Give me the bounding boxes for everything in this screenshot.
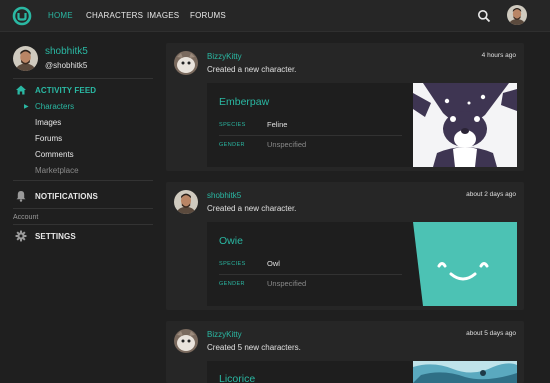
sidebar: shobhitk5 @shobhitk5 ACTIVITY FEED ▶ Cha… xyxy=(0,33,160,383)
feed-card: BizzyKitty Created a new character. 4 ho… xyxy=(166,43,524,171)
settings-link[interactable]: SETTINGS xyxy=(35,232,76,241)
account-section-label: Account xyxy=(13,214,39,221)
sidebar-item-characters[interactable]: Characters xyxy=(35,102,74,111)
gender-value: Unspecified xyxy=(267,140,307,149)
nav-images[interactable]: IMAGES xyxy=(147,11,179,20)
character-card[interactable]: Licorice xyxy=(207,361,517,383)
user-avatar[interactable] xyxy=(507,5,527,25)
card-username[interactable]: BizzyKitty xyxy=(207,330,242,339)
activity-feed-link[interactable]: ACTIVITY FEED xyxy=(35,86,96,95)
card-action-text: Created 5 new characters. xyxy=(207,343,301,352)
character-name[interactable]: Licorice xyxy=(219,373,255,383)
character-name[interactable]: Owie xyxy=(219,235,243,247)
profile-name[interactable]: shobhitk5 xyxy=(45,46,88,57)
profile-handle: @shobhitk5 xyxy=(45,61,88,70)
nav-home[interactable]: HOME xyxy=(48,11,73,20)
card-timestamp: about 2 days ago xyxy=(466,191,516,198)
character-thumbnail[interactable] xyxy=(413,361,517,383)
sidebar-item-marketplace[interactable]: Marketplace xyxy=(35,166,79,175)
nav-forums[interactable]: FORUMS xyxy=(190,11,226,20)
divider xyxy=(13,224,153,225)
character-name[interactable]: Emberpaw xyxy=(219,96,269,108)
notifications-link[interactable]: NOTIFICATIONS xyxy=(35,192,98,201)
gear-icon xyxy=(15,230,27,242)
feed-card: BizzyKitty Created 5 new characters. abo… xyxy=(166,321,524,383)
search-icon[interactable] xyxy=(477,9,491,23)
card-username[interactable]: shobhitk5 xyxy=(207,191,241,200)
bell-icon xyxy=(16,191,26,202)
top-navbar: HOME CHARACTERS IMAGES FORUMS xyxy=(0,0,550,32)
card-timestamp: about 5 days ago xyxy=(466,330,516,337)
card-action-text: Created a new character. xyxy=(207,204,297,213)
row-divider xyxy=(219,274,402,275)
row-divider xyxy=(219,135,402,136)
character-card[interactable]: Owie SPECIES Owl GENDER Unspecified xyxy=(207,222,517,306)
card-user-avatar[interactable] xyxy=(174,329,198,353)
gender-label: GENDER xyxy=(219,281,245,287)
sidebar-item-images[interactable]: Images xyxy=(35,118,61,127)
profile-avatar[interactable] xyxy=(13,46,38,71)
card-action-text: Created a new character. xyxy=(207,65,297,74)
sidebar-item-comments[interactable]: Comments xyxy=(35,150,74,159)
card-timestamp: 4 hours ago xyxy=(481,52,516,59)
character-card[interactable]: Emberpaw SPECIES Feline GENDER Unspecifi… xyxy=(207,83,517,167)
home-icon xyxy=(16,85,26,95)
gender-value: Unspecified xyxy=(267,279,307,288)
card-user-avatar[interactable] xyxy=(174,190,198,214)
divider xyxy=(13,208,153,209)
gender-label: GENDER xyxy=(219,142,245,148)
divider xyxy=(13,78,153,79)
divider xyxy=(13,180,153,181)
active-indicator-icon: ▶ xyxy=(24,104,29,110)
nav-characters[interactable]: CHARACTERS xyxy=(86,11,143,20)
sidebar-item-forums[interactable]: Forums xyxy=(35,134,62,143)
species-value: Owl xyxy=(267,259,280,268)
logo-icon[interactable] xyxy=(12,6,32,26)
character-thumbnail[interactable] xyxy=(413,83,517,167)
species-value: Feline xyxy=(267,120,288,129)
feed-card: shobhitk5 Created a new character. about… xyxy=(166,182,524,310)
species-label: SPECIES xyxy=(219,261,246,267)
character-thumbnail[interactable] xyxy=(413,222,517,306)
species-label: SPECIES xyxy=(219,122,246,128)
card-username[interactable]: BizzyKitty xyxy=(207,52,242,61)
activity-feed: BizzyKitty Created a new character. 4 ho… xyxy=(166,33,524,383)
card-user-avatar[interactable] xyxy=(174,51,198,75)
